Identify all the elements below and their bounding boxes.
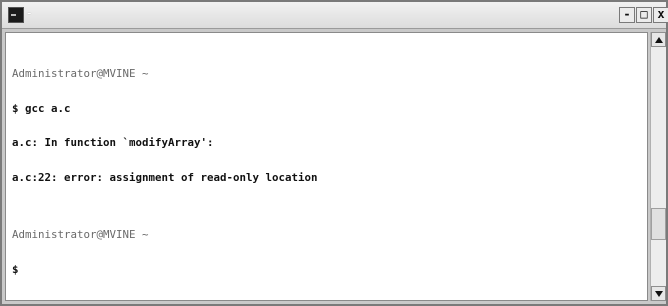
vertical-scrollbar[interactable] (650, 32, 666, 301)
scroll-down-button[interactable] (651, 286, 666, 301)
prompt-line: Administrator@MVINE ~ (12, 67, 149, 80)
window-title: - (27, 6, 32, 20)
terminal-lines: Administrator@MVINE ~ $ gcc a.c a.c: In … (12, 45, 318, 298)
title-bar[interactable]: - - □ x (2, 2, 668, 29)
terminal-output[interactable]: Administrator@MVINE ~ $ gcc a.c a.c: In … (5, 32, 648, 301)
terminal-window: - - □ x Administrator@MVINE ~ $ gcc a.c … (0, 0, 668, 306)
maximize-button[interactable]: □ (636, 7, 652, 23)
terminal-glyph-icon (11, 14, 16, 16)
terminal-app-icon[interactable] (8, 7, 24, 23)
scroll-up-button[interactable] (651, 32, 666, 47)
scrollbar-thumb[interactable] (651, 208, 666, 240)
close-button[interactable]: x (653, 7, 668, 23)
scroll-down-arrow-icon (655, 291, 663, 297)
compiler-output-line: a.c: In function `modifyArray': (12, 136, 214, 149)
scroll-up-arrow-icon (655, 37, 663, 43)
minimize-button[interactable]: - (619, 7, 635, 23)
compiler-error-line: a.c:22: error: assignment of read-only l… (12, 170, 318, 184)
prompt-line: Administrator@MVINE ~ (12, 228, 149, 241)
cursor-prompt-line: $ (12, 262, 19, 276)
command-line: $ gcc a.c (12, 101, 71, 115)
